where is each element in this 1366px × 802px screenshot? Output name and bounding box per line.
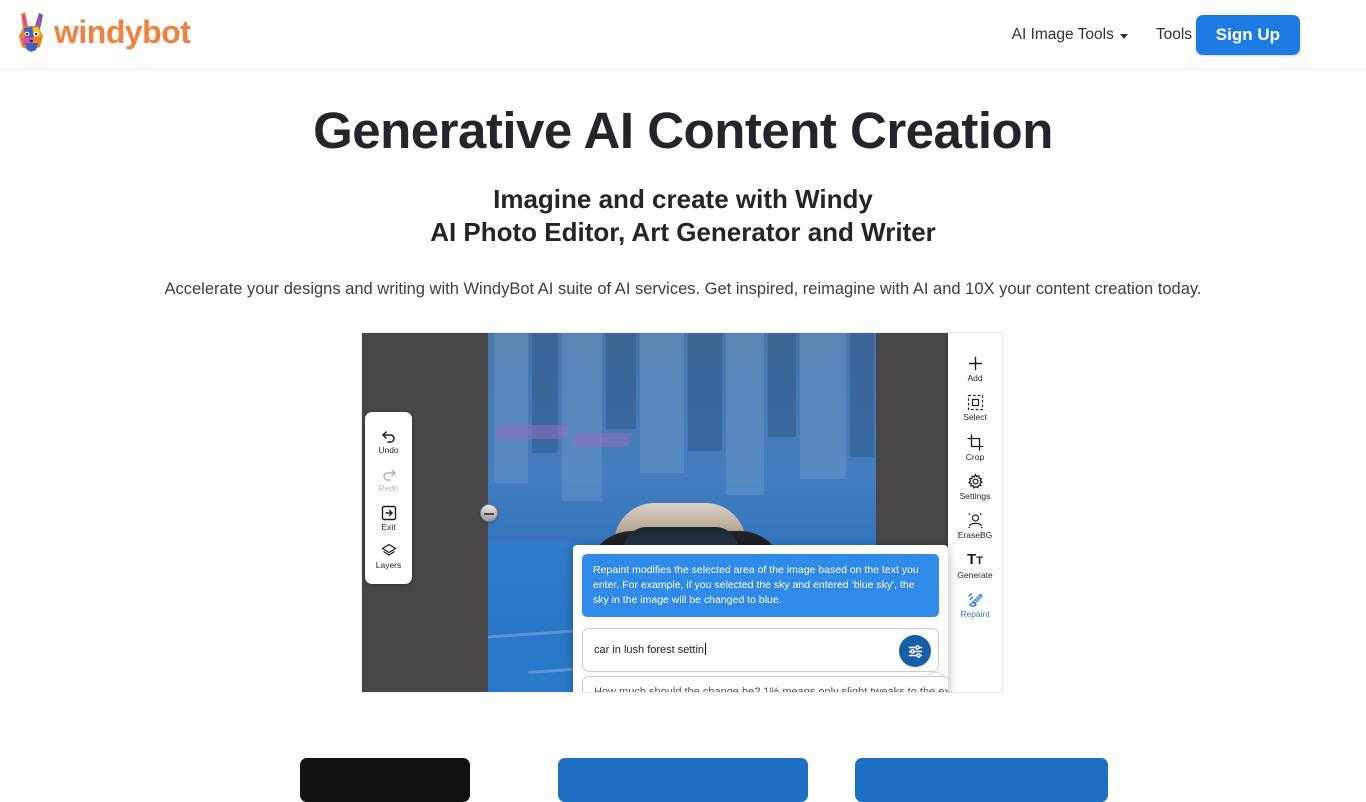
- repaint-amount-field[interactable]: How much should the change be? 1% means …: [582, 676, 948, 692]
- layers-stack-icon: [381, 543, 396, 556]
- tool-label: Crop: [965, 451, 985, 462]
- nav-item-label: Tools: [1155, 26, 1193, 43]
- repaint-panel: Repaint modifies the selected area of th…: [573, 545, 948, 692]
- text-type-icon: TT: [967, 550, 983, 568]
- gear-icon: [967, 473, 983, 489]
- page-title: Generative AI Content Creation: [313, 102, 1053, 159]
- hero-subtitle-line-2: AI Photo Editor, Art Generator and Write…: [430, 217, 936, 248]
- canvas-resize-handle[interactable]: [480, 504, 498, 522]
- tool-add[interactable]: Add: [948, 348, 1002, 387]
- hero-subtitle: Imagine and create with Windy AI Photo E…: [0, 183, 1366, 251]
- text-cursor: [705, 643, 707, 655]
- editor-left-toolbar: Undo Redo Exit Layers: [365, 412, 412, 585]
- tool-layers[interactable]: Layers: [365, 536, 412, 574]
- crop-icon: [966, 434, 984, 451]
- plus-icon: [968, 356, 982, 371]
- sign-up-button[interactable]: Sign Up: [1195, 15, 1300, 55]
- tool-redo[interactable]: Redo: [365, 459, 412, 497]
- tool-settings[interactable]: Settings: [948, 466, 1002, 505]
- tool-erase-bg[interactable]: EraseBG: [948, 505, 1002, 544]
- cta-blue-secondary-button[interactable]: [855, 758, 1108, 802]
- sliders-adjust-icon: [908, 644, 922, 658]
- site-header: windybot AI Image Tools Tools Login Sign…: [0, 0, 1366, 70]
- tool-generate-text[interactable]: TT Generate: [948, 545, 1002, 584]
- exit-door-icon: [381, 505, 396, 520]
- repaint-prompt-field[interactable]: car in lush forest settin: [582, 628, 939, 672]
- tool-repaint[interactable]: Repaint: [948, 584, 1002, 623]
- bottom-cta-strip: [0, 758, 1366, 802]
- tool-label: Add: [967, 373, 983, 383]
- nav-item-ai-image-tools[interactable]: AI Image Tools: [998, 18, 1142, 52]
- hero-section: Generative AI Content Creation Imagine a…: [0, 70, 1366, 303]
- repaint-brush-icon: [967, 592, 983, 608]
- tool-label: Generate: [957, 569, 993, 580]
- repaint-prompt-value: car in lush forest settin: [594, 644, 705, 656]
- tool-label: Undo: [378, 445, 399, 455]
- tool-select[interactable]: Select: [948, 387, 1002, 426]
- main-navigation: AI Image Tools Tools Login Sign Up: [998, 0, 1300, 70]
- tool-label: Settings: [959, 491, 991, 502]
- cta-blue-primary-button[interactable]: [558, 758, 808, 802]
- brand-name: windybot: [54, 14, 191, 50]
- hero-subtitle-line-1: Imagine and create with Windy: [493, 183, 873, 214]
- tool-label: EraseBG: [957, 530, 993, 541]
- prompt-settings-button[interactable]: [899, 635, 931, 667]
- tool-label: Select: [963, 412, 987, 423]
- tool-label: Redo: [378, 483, 399, 494]
- undo-arrow-icon: [381, 431, 395, 443]
- hero-description: Accelerate your designs and writing with…: [164, 280, 1202, 299]
- editor-right-toolbar: Add Select Crop Settings EraseBG TT Gene…: [948, 333, 1002, 692]
- tool-undo[interactable]: Undo: [365, 421, 412, 459]
- editor-demo-screenshot: Undo Redo Exit Layers Add Select Crop Se…: [362, 333, 1002, 692]
- selection-box-icon: [967, 395, 983, 411]
- tool-label: Repaint: [960, 609, 990, 620]
- erase-background-icon: [968, 513, 982, 529]
- redo-arrow-icon: [382, 469, 396, 482]
- brand-logo-link[interactable]: windybot: [12, 10, 191, 54]
- tool-label: Layers: [375, 560, 402, 571]
- repaint-amount-placeholder: How much should the change be? 1% means …: [594, 686, 948, 692]
- repaint-tooltip: Repaint modifies the selected area of th…: [582, 554, 939, 617]
- tool-label: Exit: [381, 521, 396, 532]
- tool-exit[interactable]: Exit: [365, 498, 412, 536]
- nav-item-label: AI Image Tools: [1011, 26, 1114, 43]
- chevron-down-icon: [1119, 33, 1128, 39]
- tool-crop[interactable]: Crop: [948, 427, 1002, 466]
- cta-dark-button[interactable]: [300, 758, 470, 802]
- rabbit-head-logo-icon: [19, 12, 43, 52]
